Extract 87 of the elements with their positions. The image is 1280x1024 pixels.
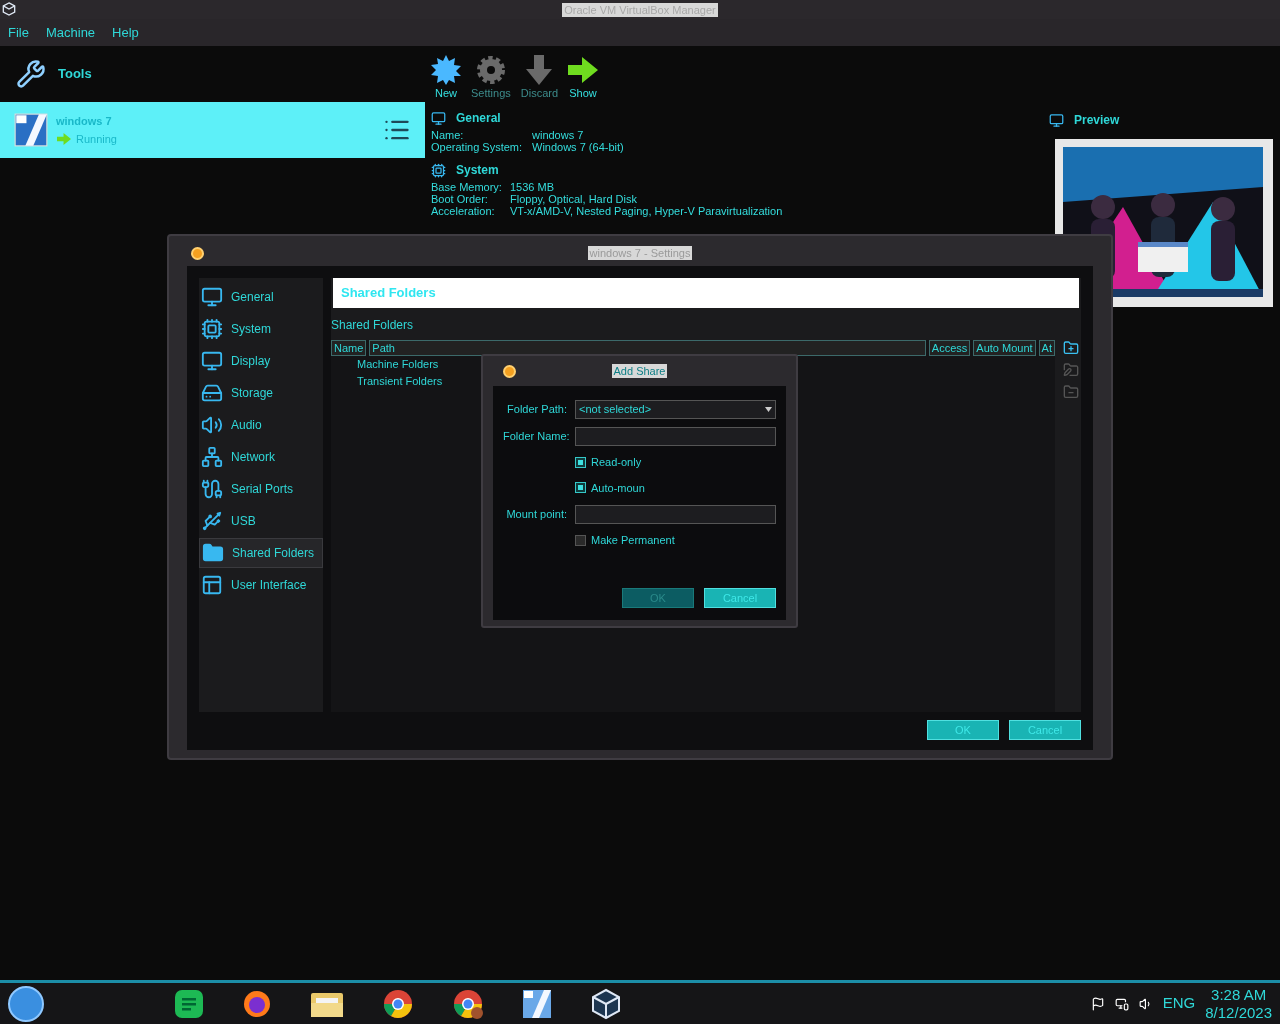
chip-icon <box>201 318 223 340</box>
detail-value: windows 7 <box>532 129 584 141</box>
detail-value: Windows 7 (64-bit) <box>532 141 624 153</box>
tools-icon <box>16 59 46 89</box>
nav-item[interactable]: Display <box>199 346 323 376</box>
nav-item[interactable]: Serial Ports <box>199 474 323 504</box>
folder-icon <box>202 542 224 564</box>
column-header[interactable]: At <box>1038 340 1055 356</box>
tree-item[interactable]: Transient Folders <box>357 373 443 390</box>
machine-state: Running <box>76 132 117 147</box>
clock-date[interactable]: 8/12/2023 <box>1205 1003 1272 1022</box>
detail-label: Name: <box>431 129 465 141</box>
nav-item[interactable]: User Interface <box>199 570 323 600</box>
nav-item[interactable]: USB <box>199 506 323 536</box>
detail-label: Acceleration: <box>431 205 496 217</box>
detail-label: Base Memory: <box>431 181 503 193</box>
toolbar-button[interactable]: New <box>431 54 461 101</box>
speaker-icon <box>201 414 223 436</box>
clock-time[interactable]: 3:28 AM <box>1211 985 1267 1004</box>
tools-label[interactable]: Tools <box>58 64 92 84</box>
window-title: windows 7 - Settings <box>587 246 693 260</box>
field-label: Folder Path: <box>506 402 568 418</box>
language-indicator[interactable]: ENG <box>1162 992 1196 1015</box>
right-arrow-icon <box>56 132 72 147</box>
usb-icon <box>201 510 223 532</box>
os-tile-icon <box>14 113 48 147</box>
monitor-icon <box>201 286 223 308</box>
toolbar-button[interactable]: Show <box>568 54 599 101</box>
nav-item[interactable]: System <box>199 314 323 344</box>
dropdown-arrow-icon <box>765 407 772 412</box>
detail-label: Boot Order: <box>431 193 489 205</box>
text-field[interactable] <box>575 427 776 446</box>
text-field[interactable] <box>575 505 776 524</box>
checkbox[interactable] <box>575 456 586 468</box>
tree-item[interactable]: Machine Folders <box>357 356 439 373</box>
start-button[interactable] <box>8 985 44 1022</box>
cable-icon <box>201 478 223 500</box>
nav-item[interactable]: General <box>199 282 323 312</box>
section-title: System <box>456 162 499 179</box>
down-arrow-icon <box>524 54 555 85</box>
network-icon[interactable] <box>1114 996 1129 1011</box>
browser-icon[interactable] <box>382 987 414 1020</box>
menu-item[interactable]: Machine <box>45 22 96 43</box>
cube-icon <box>2 2 16 16</box>
detail-value: VT-x/AMD-V, Nested Paging, Hyper-V Paravirtualization <box>510 205 783 217</box>
checkbox-label: Auto-moun <box>591 480 645 496</box>
cube-icon[interactable] <box>590 987 622 1020</box>
monitor-icon <box>431 110 446 126</box>
flag-icon[interactable] <box>1090 996 1105 1011</box>
menu-item[interactable]: Help <box>112 22 139 43</box>
network-icon <box>201 446 223 468</box>
os-tile-icon[interactable] <box>522 988 552 1019</box>
folder-path-select[interactable]: <not selected> <box>575 400 776 419</box>
checkbox[interactable] <box>575 534 586 546</box>
checkbox-label: Make Permanent <box>591 533 675 548</box>
nav-item[interactable]: Network <box>199 442 323 472</box>
browser-icon[interactable] <box>242 988 272 1019</box>
chip-icon <box>431 162 446 178</box>
detail-value: Floppy, Optical, Hard Disk <box>510 193 637 205</box>
column-header[interactable]: Name <box>331 340 367 356</box>
right-arrow-icon <box>568 54 599 85</box>
group-label: Shared Folders <box>331 317 415 334</box>
menu-item[interactable]: File <box>8 22 29 43</box>
add-folder-icon[interactable] <box>1063 340 1079 356</box>
field-label: Folder Name: <box>503 429 571 445</box>
page-title: Shared Folders <box>341 284 436 303</box>
nav-item[interactable]: Audio <box>199 410 323 440</box>
window-icon <box>201 574 223 596</box>
detail-label: Operating System: <box>431 141 524 153</box>
checkbox-label: Read-only <box>591 455 642 470</box>
nav-item[interactable]: Shared Folders <box>199 538 323 568</box>
nav-item[interactable]: Storage <box>199 378 323 408</box>
machine-name: windows 7 <box>56 113 113 129</box>
checkbox[interactable] <box>575 482 586 494</box>
monitor-icon <box>201 350 223 372</box>
section-title: General <box>456 110 501 127</box>
column-header[interactable]: Auto Mount <box>973 340 1036 356</box>
section-title: Preview <box>1074 112 1120 129</box>
starburst-icon <box>431 54 461 85</box>
browser-profile-icon[interactable] <box>452 987 484 1020</box>
window-title: Add Share <box>611 364 668 378</box>
notes-icon[interactable] <box>174 988 204 1019</box>
column-header[interactable]: Path <box>369 340 926 356</box>
monitor-icon <box>1049 112 1064 128</box>
column-header[interactable]: Access <box>928 340 971 356</box>
field-label: Mount point: <box>505 507 568 523</box>
detail-value: 1536 MB <box>510 181 555 193</box>
